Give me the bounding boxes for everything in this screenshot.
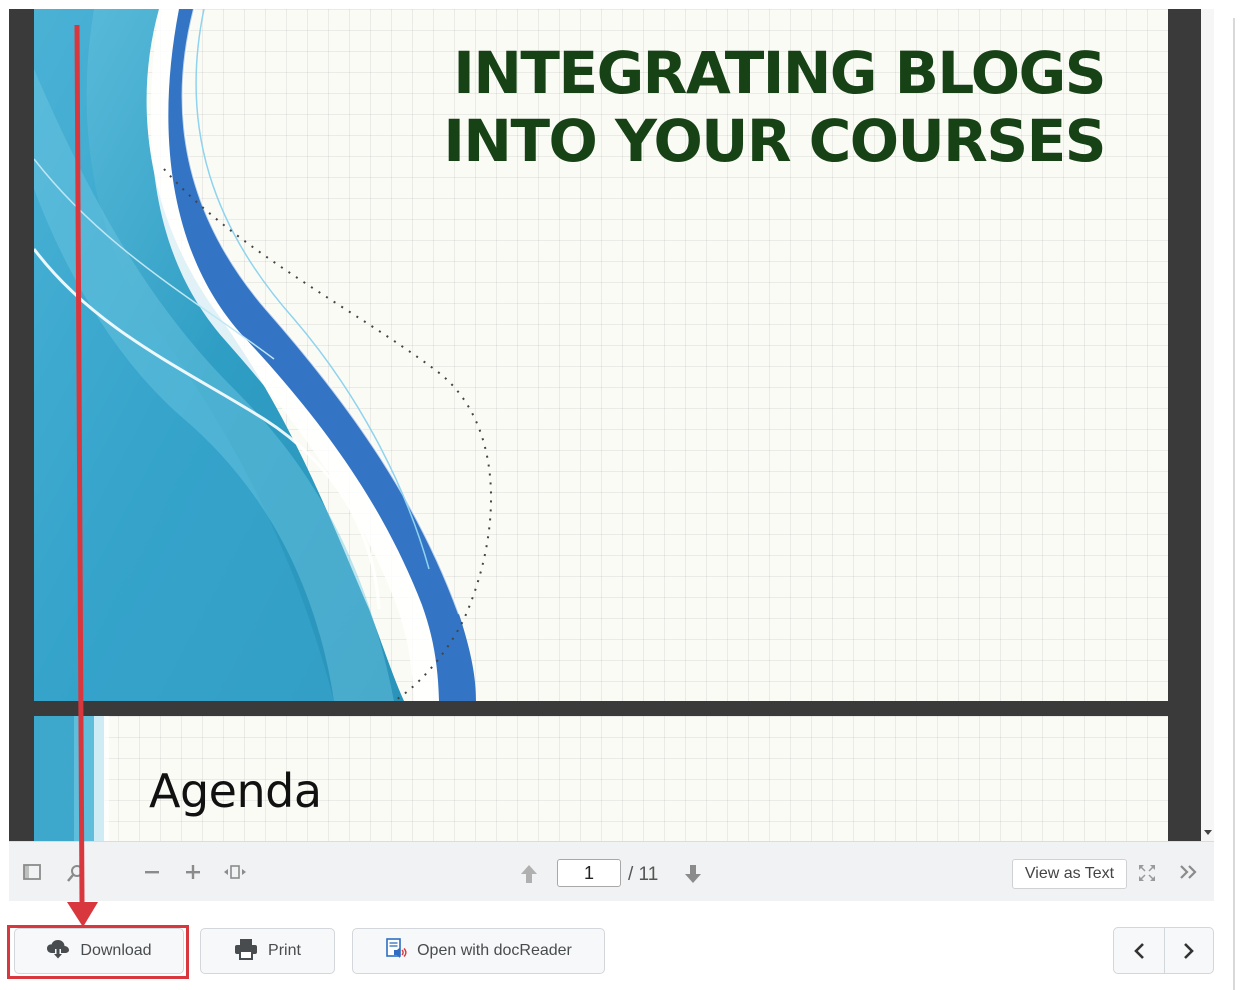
chevron-left-icon bbox=[1134, 942, 1144, 959]
more-icon[interactable] bbox=[1179, 864, 1199, 885]
download-highlight-box bbox=[7, 925, 189, 979]
print-label: Print bbox=[268, 942, 301, 959]
previous-page-icon[interactable] bbox=[520, 864, 538, 889]
printer-icon bbox=[234, 938, 258, 965]
chevron-right-icon bbox=[1184, 942, 1194, 959]
open-with-docreader-button[interactable]: Open with docReader bbox=[352, 928, 605, 974]
slide-title-line-2: INTO YOUR COURSES bbox=[443, 107, 1106, 175]
view-as-text-button[interactable]: View as Text bbox=[1012, 859, 1127, 889]
slide-title: INTEGRATING BLOGS INTO YOUR COURSES bbox=[443, 39, 1106, 175]
slide-page-1: INTEGRATING BLOGS INTO YOUR COURSES bbox=[34, 9, 1168, 701]
annotation-arrow bbox=[67, 24, 98, 927]
page-navigation-group bbox=[1113, 927, 1214, 974]
fullscreen-icon[interactable] bbox=[1138, 864, 1156, 887]
next-item-button[interactable] bbox=[1164, 928, 1213, 973]
docreader-icon bbox=[385, 937, 407, 965]
scroll-down-arrow-icon[interactable] bbox=[1204, 830, 1212, 835]
slide-title-line-1: INTEGRATING BLOGS bbox=[453, 39, 1106, 107]
slide-page-2: Agenda bbox=[34, 716, 1168, 841]
next-page-icon[interactable] bbox=[684, 864, 702, 889]
docreader-label: Open with docReader bbox=[417, 942, 572, 959]
vertical-scrollbar[interactable] bbox=[1201, 9, 1214, 841]
previous-item-button[interactable] bbox=[1114, 928, 1165, 973]
fit-width-icon[interactable] bbox=[224, 864, 246, 885]
page-number-input[interactable] bbox=[557, 859, 621, 887]
page-total: / 11 bbox=[628, 864, 659, 885]
print-button[interactable]: Print bbox=[200, 928, 335, 974]
page-edge bbox=[1233, 18, 1235, 990]
